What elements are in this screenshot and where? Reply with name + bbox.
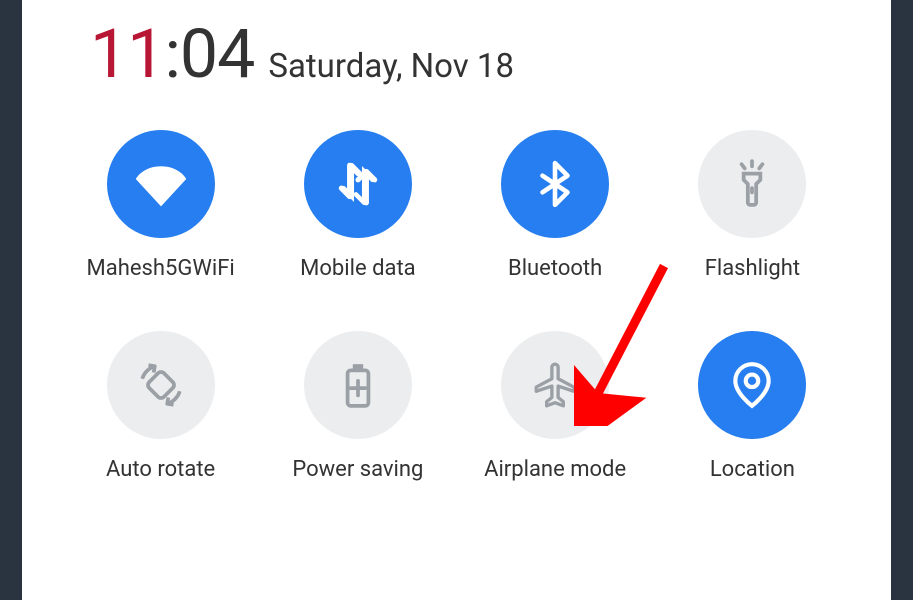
quick-settings-grid: Mahesh5GWiFi Mobile data Bluetooth [22, 94, 891, 482]
wifi-toggle[interactable] [107, 130, 215, 238]
auto-rotate-label: Auto rotate [106, 457, 215, 482]
power-saving-toggle[interactable] [304, 331, 412, 439]
date: Saturday, Nov 18 [268, 47, 514, 86]
auto-rotate-toggle[interactable] [107, 331, 215, 439]
location-pin-icon [727, 360, 777, 410]
auto-rotate-icon [136, 360, 186, 410]
auto-rotate-tile: Auto rotate [62, 331, 259, 482]
bluetooth-tile: Bluetooth [457, 130, 654, 281]
bluetooth-toggle[interactable] [501, 130, 609, 238]
mobile-data-icon [333, 159, 383, 209]
power-saving-label: Power saving [292, 457, 423, 482]
location-toggle[interactable] [698, 331, 806, 439]
airplane-mode-toggle[interactable] [501, 331, 609, 439]
airplane-mode-tile: Airplane mode [457, 331, 654, 482]
clock-hours: 11 [90, 14, 164, 94]
status-bar: 11:04 Saturday, Nov 18 [22, 0, 891, 94]
flashlight-icon [727, 159, 777, 209]
mobile-data-toggle[interactable] [304, 130, 412, 238]
mobile-data-label: Mobile data [300, 256, 415, 281]
clock: 11:04 [90, 14, 254, 94]
wifi-label: Mahesh5GWiFi [87, 256, 235, 281]
mobile-data-tile: Mobile data [259, 130, 456, 281]
quick-settings-panel: 11:04 Saturday, Nov 18 Mahesh5GWiFi Mobi… [22, 0, 891, 600]
flashlight-toggle[interactable] [698, 130, 806, 238]
flashlight-tile: Flashlight [654, 130, 851, 281]
bluetooth-label: Bluetooth [508, 256, 602, 281]
clock-separator: : [164, 14, 179, 94]
bluetooth-icon [530, 159, 580, 209]
wifi-icon [136, 159, 186, 209]
location-tile: Location [654, 331, 851, 482]
airplane-mode-label: Airplane mode [484, 457, 626, 482]
location-label: Location [710, 457, 795, 482]
flashlight-label: Flashlight [705, 256, 800, 281]
wifi-tile: Mahesh5GWiFi [62, 130, 259, 281]
battery-plus-icon [333, 360, 383, 410]
clock-minutes: 04 [180, 14, 254, 94]
power-saving-tile: Power saving [259, 331, 456, 482]
airplane-icon [530, 360, 580, 410]
